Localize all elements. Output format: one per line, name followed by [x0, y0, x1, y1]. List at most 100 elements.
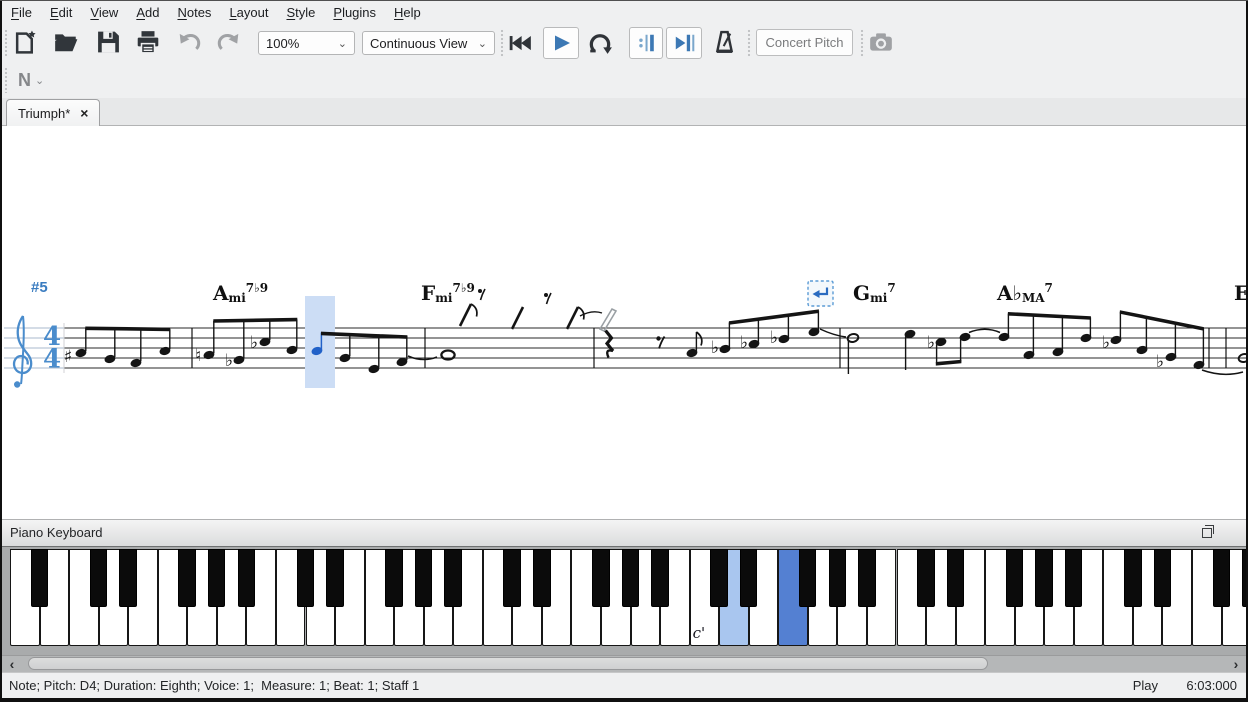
- chord-symbol-ami7b9[interactable]: Ami7♭9: [212, 281, 268, 305]
- piano-key-G#5[interactable]: [1035, 549, 1053, 607]
- print-icon: [135, 29, 161, 55]
- notes-measure-5[interactable]: ♭ ♭ ♭: [847, 310, 1246, 374]
- menu-file[interactable]: File: [2, 1, 41, 24]
- svg-text:♭: ♭: [927, 333, 935, 353]
- open-file-button[interactable]: [53, 28, 79, 56]
- note-input-button[interactable]: N ⌄: [18, 62, 44, 98]
- menu-edit-mnemonic: E: [50, 5, 59, 20]
- chord-symbol-gmi7[interactable]: Gmi7: [853, 281, 896, 305]
- scrollbar-thumb[interactable]: [28, 657, 988, 670]
- menu-layout-mnemonic: L: [229, 5, 236, 20]
- piano-key-C#4[interactable]: [710, 549, 728, 607]
- piano-key-D#6[interactable]: [1154, 549, 1172, 607]
- piano-key-D#1[interactable]: [119, 549, 137, 607]
- chord-symbol-abma7[interactable]: A♭MA7: [996, 281, 1053, 305]
- play-repeats-button[interactable]: [629, 27, 663, 59]
- status-play-label: Play: [1133, 673, 1158, 698]
- menu-file-label: ile: [19, 5, 32, 20]
- score-view[interactable]: 4 4 #5 Ami7♭9 Fmi7♭9 Gmi7 A♭MA7 E ♯: [2, 126, 1246, 519]
- treble-clef-icon[interactable]: [14, 316, 31, 388]
- tab-title: Triumph*: [18, 106, 70, 121]
- score-tab-bar: Triumph* ×: [2, 98, 1246, 126]
- loop-playback-button[interactable]: [587, 28, 613, 56]
- menu-style[interactable]: Style: [277, 1, 324, 24]
- menu-add[interactable]: Add: [127, 1, 168, 24]
- piano-key-D#2[interactable]: [326, 549, 344, 607]
- concert-pitch-toggle[interactable]: Concert Pitch: [756, 29, 853, 56]
- piano-key-A#0[interactable]: [31, 549, 49, 607]
- zoom-select[interactable]: 100% ⌄: [258, 31, 355, 55]
- piano-key-C#1[interactable]: [90, 549, 108, 607]
- piano-keyboard: c': [2, 546, 1246, 655]
- piano-key-G#3[interactable]: [622, 549, 640, 607]
- menu-plugins[interactable]: Plugins: [324, 1, 385, 24]
- open-folder-icon: [53, 29, 79, 55]
- chord-symbol-fmi7b9[interactable]: Fmi7♭9: [421, 281, 475, 305]
- float-panel-icon[interactable]: [1202, 528, 1212, 538]
- piano-key-A#5[interactable]: [1065, 549, 1083, 607]
- piano-key-D#5[interactable]: [947, 549, 965, 607]
- play-icon: [549, 31, 573, 55]
- metronome-button[interactable]: [711, 28, 737, 56]
- piano-key-D#4[interactable]: [740, 549, 758, 607]
- undo-icon: [177, 29, 203, 55]
- slash-notation-measure-3[interactable]: [460, 289, 616, 331]
- save-button[interactable]: [95, 28, 121, 56]
- piano-key-F#1[interactable]: [178, 549, 196, 607]
- notes-measure-1[interactable]: ♯: [64, 327, 171, 369]
- piano-key-G#6[interactable]: [1242, 549, 1246, 607]
- rewind-button[interactable]: [507, 28, 533, 56]
- piano-key-F#2[interactable]: [385, 549, 403, 607]
- image-capture-handle[interactable]: [860, 29, 865, 57]
- svg-text:♯: ♯: [64, 347, 72, 367]
- piano-key-A#3[interactable]: [651, 549, 669, 607]
- notes-measure-4[interactable]: ♭ ♭ ♭: [606, 309, 847, 358]
- note-toolbar-handle[interactable]: [4, 67, 9, 93]
- view-mode-select[interactable]: Continuous View ⌄: [362, 31, 495, 55]
- piano-key-G#1[interactable]: [208, 549, 226, 607]
- piano-key-G#2[interactable]: [415, 549, 433, 607]
- redo-button[interactable]: [215, 28, 241, 56]
- piano-key-F#3[interactable]: [592, 549, 610, 607]
- time-signature-denominator[interactable]: 4: [43, 345, 61, 375]
- print-button[interactable]: [135, 28, 161, 56]
- keyboard-scrollbar[interactable]: ‹ ›: [2, 655, 1246, 672]
- undo-button[interactable]: [177, 28, 203, 56]
- piano-key-F#5[interactable]: [1006, 549, 1024, 607]
- tab-close-icon[interactable]: ×: [80, 106, 88, 120]
- pan-score-button[interactable]: [666, 27, 702, 59]
- menu-notes[interactable]: Notes: [168, 1, 220, 24]
- chevron-down-icon: ⌄: [470, 37, 487, 50]
- scroll-right-icon[interactable]: ›: [1228, 656, 1244, 672]
- system-break-marker[interactable]: [808, 281, 833, 306]
- scroll-left-icon[interactable]: ‹: [4, 656, 20, 672]
- menu-view[interactable]: View: [81, 1, 127, 24]
- piano-key-A#1[interactable]: [238, 549, 256, 607]
- concert-pitch-handle[interactable]: [747, 29, 752, 57]
- image-capture-button[interactable]: [868, 28, 894, 56]
- piano-key-F#6[interactable]: [1213, 549, 1231, 607]
- camera-icon: [868, 29, 894, 55]
- toolbar-drag-handle[interactable]: [4, 29, 9, 57]
- piano-key-C#2[interactable]: [297, 549, 315, 607]
- piano-key-D#3[interactable]: [533, 549, 551, 607]
- piano-key-C#5[interactable]: [917, 549, 935, 607]
- menu-help[interactable]: Help: [385, 1, 430, 24]
- view-mode-value: Continuous View: [370, 36, 467, 51]
- chord-symbol-e-partial[interactable]: E: [1234, 281, 1246, 305]
- piano-key-C#6[interactable]: [1124, 549, 1142, 607]
- menu-edit[interactable]: Edit: [41, 1, 81, 24]
- piano-key-A#4[interactable]: [858, 549, 876, 607]
- piano-key-A#2[interactable]: [444, 549, 462, 607]
- menu-layout[interactable]: Layout: [220, 1, 277, 24]
- piano-key-C#3[interactable]: [503, 549, 521, 607]
- svg-text:♭: ♭: [225, 351, 233, 371]
- status-bar: Note; Pitch: D4; Duration: Eighth; Voice…: [2, 672, 1246, 698]
- new-score-button[interactable]: [12, 28, 38, 56]
- playback-toolbar-handle[interactable]: [500, 29, 505, 57]
- play-button[interactable]: [543, 27, 579, 59]
- piano-key-G#4[interactable]: [829, 549, 847, 607]
- piano-key-F#4[interactable]: [799, 549, 817, 607]
- notes-measure-2[interactable]: ♮ ♭ ♭: [195, 318, 298, 371]
- tab-triumph[interactable]: Triumph* ×: [6, 99, 100, 126]
